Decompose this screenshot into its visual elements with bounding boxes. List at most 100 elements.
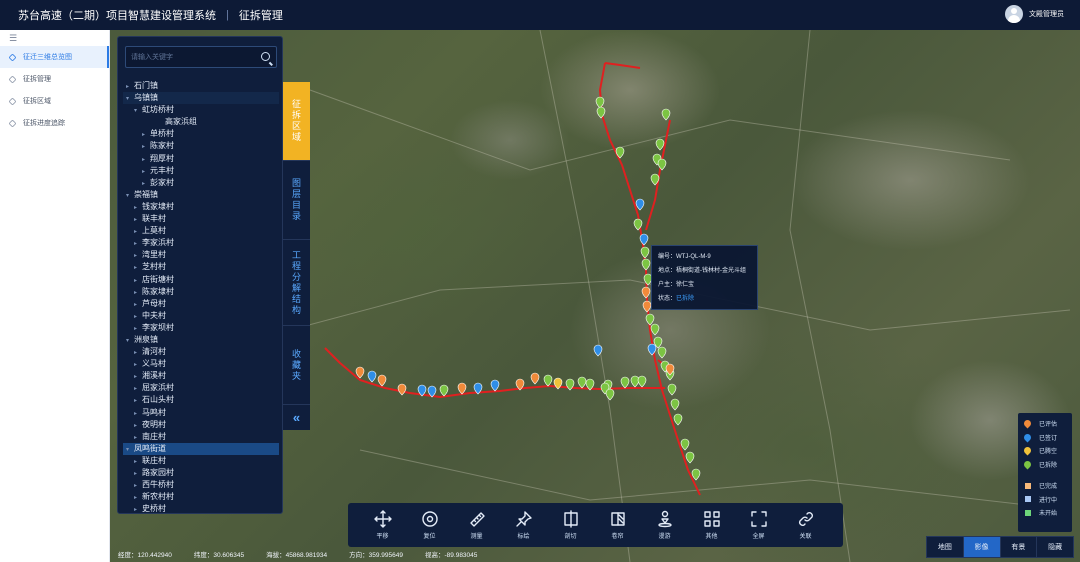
tree-node[interactable]: ▸ 湘溪村 — [123, 370, 279, 382]
demolition-marker[interactable] — [543, 374, 553, 387]
tree-node[interactable]: ▸ 芦母村 — [123, 298, 279, 310]
tree-node[interactable]: ▸ 西牛桥村 — [123, 479, 279, 491]
basemap-button[interactable]: 影像 — [963, 537, 1001, 557]
demolition-marker[interactable] — [685, 451, 695, 464]
caret-down-icon[interactable]: ▾ — [126, 444, 134, 456]
caret-right-icon[interactable]: ▸ — [134, 420, 142, 432]
tree-node[interactable]: ▸ 上莫村 — [123, 225, 279, 237]
demolition-marker[interactable] — [637, 375, 647, 388]
tree-node[interactable]: ▸ 彭家村 — [123, 177, 279, 189]
tool-link-button[interactable]: 关联 — [785, 510, 826, 544]
caret-right-icon[interactable]: ▸ — [134, 275, 142, 287]
demolition-marker[interactable] — [530, 372, 540, 385]
tool-walk-button[interactable]: 漫游 — [644, 510, 685, 544]
demolition-marker[interactable] — [657, 346, 667, 359]
demolition-marker[interactable] — [639, 233, 649, 246]
demolition-marker[interactable] — [367, 370, 377, 383]
tool-section-button[interactable]: 剖切 — [550, 510, 591, 544]
tree-node[interactable]: ▸ 陈家埭村 — [123, 286, 279, 298]
tree-node[interactable]: ▸ 马鸣村 — [123, 407, 279, 419]
tree-node[interactable]: ▾ 洲泉镇 — [123, 334, 279, 346]
caret-right-icon[interactable]: ▸ — [134, 395, 142, 407]
demolition-marker[interactable] — [661, 108, 671, 121]
tree-node[interactable]: ▾ 凤鸣街道 — [123, 442, 279, 456]
demolition-marker[interactable] — [635, 198, 645, 211]
tab-favorites[interactable]: 收藏夹 — [283, 326, 310, 405]
caret-right-icon[interactable]: ▸ — [134, 299, 142, 311]
tree-node[interactable]: ▸ 单桥村 — [123, 128, 279, 140]
tree-node[interactable]: 高家浜组 — [123, 116, 279, 128]
tree-node[interactable]: ▸ 义马村 — [123, 358, 279, 370]
tab-wbs[interactable]: 工程分解结构 — [283, 240, 310, 326]
tree-node[interactable]: ▸ 李家浜村 — [123, 237, 279, 249]
demolition-marker[interactable] — [673, 413, 683, 426]
caret-down-icon[interactable]: ▾ — [126, 190, 134, 202]
demolition-marker[interactable] — [490, 379, 500, 392]
caret-down-icon[interactable]: ▾ — [134, 105, 142, 117]
basemap-button[interactable]: 有景 — [1001, 537, 1038, 557]
tree-node[interactable]: ▸ 湾里村 — [123, 249, 279, 261]
tree-node[interactable]: ▸ 陈家村 — [123, 140, 279, 152]
tree-node[interactable]: ▸ 石门镇 — [123, 80, 279, 92]
caret-right-icon[interactable]: ▸ — [142, 154, 150, 166]
demolition-marker[interactable] — [439, 384, 449, 397]
demolition-marker[interactable] — [605, 388, 615, 401]
search-input[interactable] — [126, 47, 254, 67]
tree-node[interactable]: ▸ 钱家埭村 — [123, 201, 279, 213]
caret-right-icon[interactable]: ▸ — [134, 432, 142, 444]
demolition-marker[interactable] — [641, 286, 651, 299]
tree-node[interactable]: ▸ 芝村村 — [123, 261, 279, 273]
basemap-button[interactable]: 地图 — [927, 537, 964, 557]
demolition-marker[interactable] — [655, 138, 665, 151]
caret-right-icon[interactable]: ▸ — [134, 287, 142, 299]
demolition-marker[interactable] — [377, 374, 387, 387]
demolition-marker[interactable] — [657, 158, 667, 171]
demolition-marker[interactable] — [642, 300, 652, 313]
tree-node[interactable]: ▸ 翔厚村 — [123, 153, 279, 165]
tree-node[interactable]: ▸ 夜明村 — [123, 419, 279, 431]
demolition-marker[interactable] — [595, 96, 605, 109]
tree-node[interactable]: ▸ 店街塘村 — [123, 274, 279, 286]
demolition-marker[interactable] — [630, 375, 640, 388]
demolition-marker[interactable] — [640, 246, 650, 259]
caret-right-icon[interactable]: ▸ — [142, 166, 150, 178]
demolition-marker[interactable] — [577, 376, 587, 389]
tool-grid-button[interactable]: 其他 — [691, 510, 732, 544]
demolition-marker[interactable] — [645, 313, 655, 326]
demolition-marker[interactable] — [667, 383, 677, 396]
demolition-marker[interactable] — [457, 382, 467, 395]
tree-node[interactable]: ▸ 路家园村 — [123, 467, 279, 479]
demolition-marker[interactable] — [650, 323, 660, 336]
tool-curtain-button[interactable]: 卷帘 — [597, 510, 638, 544]
caret-down-icon[interactable]: ▾ — [126, 93, 134, 105]
demolition-marker[interactable] — [670, 398, 680, 411]
sidebar-item-progress[interactable]: 征拆进度追踪 — [0, 112, 109, 134]
tool-ruler-button[interactable]: 测量 — [456, 510, 497, 544]
tree-node[interactable]: ▸ 李家坝村 — [123, 322, 279, 334]
tool-reset-button[interactable]: 复位 — [409, 510, 450, 544]
tool-pin-button[interactable]: 标绘 — [503, 510, 544, 544]
caret-right-icon[interactable]: ▸ — [134, 408, 142, 420]
tree-node[interactable]: ▸ 联庄村 — [123, 455, 279, 467]
tree-node[interactable]: ▸ 新农村村 — [123, 491, 279, 503]
tool-move-button[interactable]: 平移 — [362, 510, 403, 544]
search-icon[interactable] — [261, 52, 270, 61]
tree-node[interactable]: ▸ 史桥村 — [123, 503, 279, 513]
sidebar-item-area[interactable]: 征拆区域 — [0, 90, 109, 112]
tree-node[interactable]: ▸ 中夫村 — [123, 310, 279, 322]
avatar[interactable] — [1005, 5, 1023, 23]
demolition-marker[interactable] — [596, 106, 606, 119]
caret-right-icon[interactable]: ▸ — [134, 504, 142, 513]
caret-down-icon[interactable]: ▾ — [126, 335, 134, 347]
tree-node[interactable]: ▸ 清河村 — [123, 346, 279, 358]
demolition-marker[interactable] — [691, 468, 701, 481]
tab-demolition-area[interactable]: 征拆区域 — [283, 82, 310, 161]
tree-node[interactable]: ▸ 元丰村 — [123, 165, 279, 177]
menu-fold-icon[interactable]: ☰ — [0, 30, 109, 46]
sidebar-item-management[interactable]: 征拆管理 — [0, 68, 109, 90]
tree-node[interactable]: ▸ 联丰村 — [123, 213, 279, 225]
tree-node[interactable]: ▾ 虹坊桥村 — [123, 104, 279, 116]
tree-node[interactable]: ▾ 乌镇镇 — [123, 92, 279, 105]
tab-layer-catalog[interactable]: 图层目录 — [283, 161, 310, 240]
tree-node[interactable]: ▸ 屈家浜村 — [123, 382, 279, 394]
